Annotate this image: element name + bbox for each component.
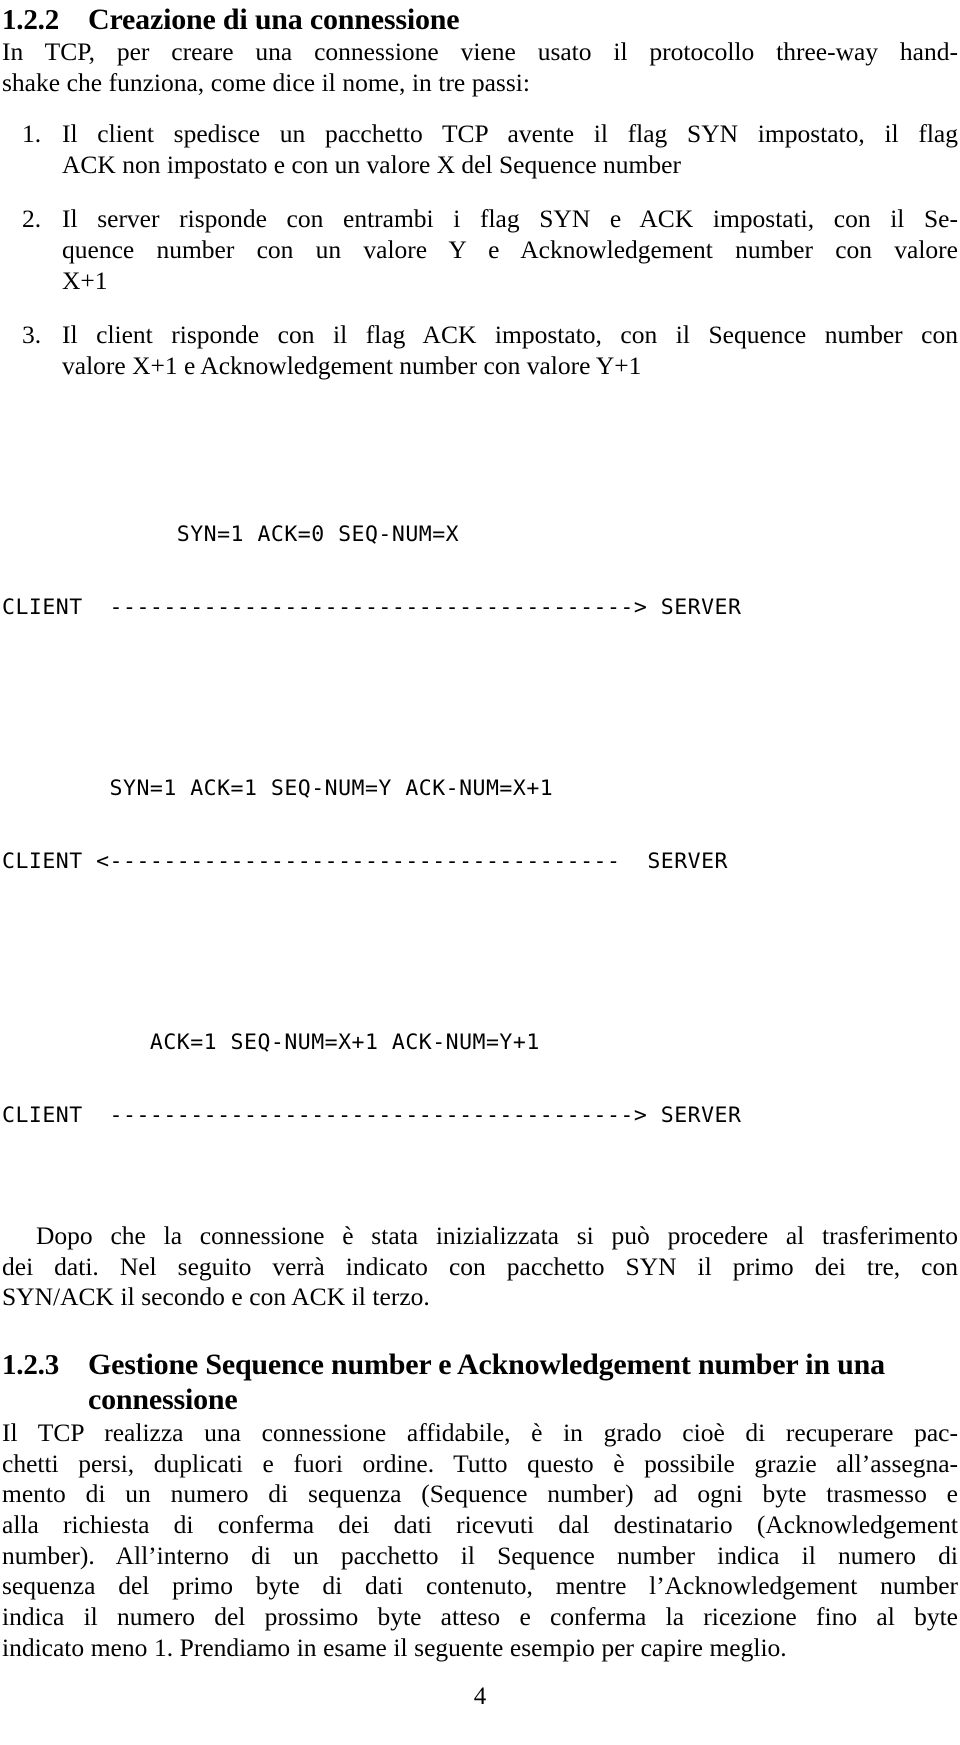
p123-line-3: mento di un numero di sequenza (Sequence…: [2, 1479, 958, 1509]
handshake-ascii-diagram: SYN=1 ACK=0 SEQ-NUM=X CLIENT -----------…: [2, 438, 958, 1221]
intro-line-1: In TCP, per creare una connessione viene…: [2, 37, 958, 67]
diagram-exchange-3: ACK=1 SEQ-NUM=X+1 ACK-NUM=Y+1 CLIENT ---…: [2, 989, 958, 1178]
step-3-line-1: Il client risponde con il flag ACK impos…: [62, 320, 958, 350]
step-2-line-1: Il server risponde con entrambi i flag S…: [62, 204, 958, 234]
paragraph-1-2-3: Il TCP realizza una connessione affidabi…: [2, 1418, 958, 1664]
p123-line-8: indicato meno 1. Prendiamo in esame il s…: [2, 1632, 787, 1662]
p123-line-6: sequenza del primo byte di dati contenut…: [2, 1571, 958, 1601]
p123-line-1: Il TCP realizza una connessione affidabi…: [2, 1417, 958, 1447]
diagram-exchange-3-flags: ACK=1 SEQ-NUM=X+1 ACK-NUM=Y+1: [2, 1029, 540, 1055]
p123-line-4: alla richiesta di conferma dei dati rice…: [2, 1509, 958, 1539]
list-marker: 1.: [22, 118, 42, 148]
section-heading-1-2-2: 1.2.2 Creazione di una connessione: [2, 2, 958, 37]
diagram-exchange-1-flags: SYN=1 ACK=0 SEQ-NUM=X: [2, 521, 460, 547]
closing-line-3: SYN/ACK il secondo e con ACK il terzo.: [2, 1282, 430, 1312]
intro-paragraph: In TCP, per creare una connessione viene…: [2, 37, 958, 98]
step-1-line-2: ACK non impostato e con un valore X del …: [62, 149, 681, 179]
list-marker: 2.: [22, 204, 42, 234]
diagram-exchange-2-flags: SYN=1 ACK=1 SEQ-NUM=Y ACK-NUM=X+1: [2, 775, 554, 801]
closing-line-2: dei dati. Nel seguito verrà indicato con…: [2, 1251, 958, 1281]
closing-line-1-text: Dopo che la connessione è stata iniziali…: [36, 1220, 958, 1250]
step-2-line-3: X+1: [62, 265, 108, 295]
section-number-1-2-3: 1.2.3: [2, 1349, 60, 1382]
list-item: 2. Il server risponde con entrambi i fla…: [2, 204, 958, 296]
section-heading-1-2-3: 1.2.3 Gestione Sequence number e Acknowl…: [2, 1347, 958, 1418]
p123-line-5: number). All’interno di un pacchetto il …: [2, 1540, 958, 1570]
step-3-line-2: valore X+1 e Acknowledgement number con …: [62, 351, 642, 381]
diagram-exchange-1-arrow: CLIENT ---------------------------------…: [2, 594, 742, 620]
handshake-steps-list: 1. Il client spedisce un pacchetto TCP a…: [2, 119, 958, 382]
closing-line-1: Dopo che la connessione è stata iniziali…: [2, 1221, 958, 1252]
intro-line-2: shake che funziona, come dice il nome, i…: [2, 68, 530, 98]
section-number-1-2-2: 1.2.2: [2, 4, 60, 36]
closing-paragraph-1-2-2: Dopo che la connessione è stata iniziali…: [2, 1221, 958, 1313]
list-item: 1. Il client spedisce un pacchetto TCP a…: [2, 119, 958, 180]
list-item: 3. Il client risponde con il flag ACK im…: [2, 320, 958, 381]
diagram-exchange-1: SYN=1 ACK=0 SEQ-NUM=X CLIENT -----------…: [2, 481, 958, 670]
section-title-1-2-3: Gestione Sequence number e Acknowledgeme…: [88, 1347, 958, 1418]
page-number: 4: [473, 1683, 487, 1710]
diagram-exchange-2-arrow: CLIENT <--------------------------------…: [2, 848, 728, 874]
p123-line-2: chetti persi, duplicati e fuori ordine. …: [2, 1448, 958, 1478]
document-page: 1.2.2 Creazione di una connessione In TC…: [0, 2, 960, 1745]
p123-line-7: indica il numero del prossimo byte attes…: [2, 1602, 958, 1632]
list-marker: 3.: [22, 320, 42, 350]
section-title-1-2-2: Creazione di una connessione: [88, 3, 460, 36]
diagram-exchange-3-arrow: CLIENT ---------------------------------…: [2, 1102, 742, 1128]
step-2-line-2: quence number con un valore Y e Acknowle…: [62, 234, 958, 264]
step-1-line-1: Il client spedisce un pacchetto TCP aven…: [62, 118, 958, 148]
section-title-1-2-3-line-1: Gestione Sequence number e Acknowledgeme…: [88, 1348, 885, 1382]
section-title-1-2-3-line-2: connessione: [88, 1383, 238, 1417]
diagram-exchange-2: SYN=1 ACK=1 SEQ-NUM=Y ACK-NUM=X+1 CLIENT…: [2, 735, 958, 924]
